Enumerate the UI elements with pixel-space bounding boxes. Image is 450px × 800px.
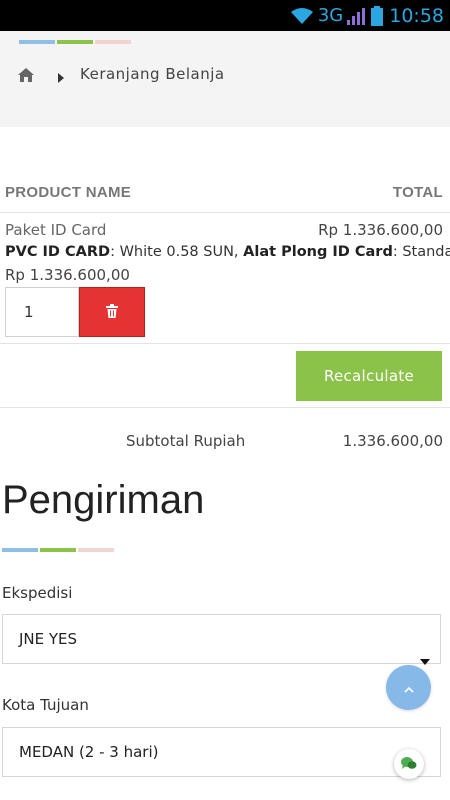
product-options: PVC ID CARD: White 0.58 SUN, Alat Plong … — [5, 244, 450, 260]
section-title: Pengiriman — [2, 478, 205, 522]
column-header-product: PRODUCT NAME — [5, 184, 132, 201]
option-label: PVC ID CARD — [5, 244, 111, 260]
chat-icon — [401, 755, 417, 774]
courier-select[interactable]: JNE YES — [2, 614, 441, 665]
option-value: : White 0.58 SUN, — [110, 244, 244, 260]
divider — [0, 343, 450, 344]
wifi-icon — [290, 7, 314, 25]
network-type: 3G — [317, 5, 344, 26]
breadcrumb: Keranjang Belanja — [0, 31, 450, 127]
scroll-top-button[interactable] — [386, 665, 431, 710]
delete-item-button[interactable] — [79, 287, 145, 337]
status-bar: 3G 10:58 — [0, 0, 450, 31]
courier-label: Ekspedisi — [2, 584, 73, 602]
accent-stripes — [2, 548, 116, 552]
recalculate-button[interactable]: Recalculate — [296, 351, 442, 401]
chevron-right-icon — [57, 68, 65, 87]
product-name[interactable]: Paket ID Card — [5, 221, 106, 239]
city-label: Kota Tujuan — [2, 696, 89, 714]
subtotal-value: 1.336.600,00 — [342, 432, 443, 450]
option-label: Alat Plong ID Card — [243, 244, 393, 260]
battery-icon — [371, 5, 384, 26]
option-value: : Standart — [392, 244, 450, 260]
subtotal-label: Subtotal Rupiah — [126, 432, 246, 450]
chevron-up-icon — [403, 678, 414, 697]
clock: 10:58 — [389, 4, 444, 27]
signal-icon — [347, 7, 367, 25]
trash-icon — [106, 303, 118, 322]
product-price: Rp 1.336.600,00 — [5, 266, 130, 284]
home-icon[interactable] — [18, 67, 34, 86]
city-select[interactable]: MEDAN (2 - 3 hari) — [2, 727, 441, 777]
accent-stripes — [19, 40, 133, 44]
column-header-total: TOTAL — [392, 184, 443, 201]
divider — [0, 212, 450, 213]
city-value: MEDAN (2 - 3 hari) — [19, 743, 159, 761]
breadcrumb-current: Keranjang Belanja — [80, 65, 225, 83]
quantity-input[interactable]: 1 — [5, 287, 79, 337]
chat-button[interactable] — [394, 749, 424, 779]
courier-value: JNE YES — [19, 630, 78, 648]
divider — [0, 407, 450, 408]
product-total: Rp 1.336.600,00 — [318, 221, 443, 239]
